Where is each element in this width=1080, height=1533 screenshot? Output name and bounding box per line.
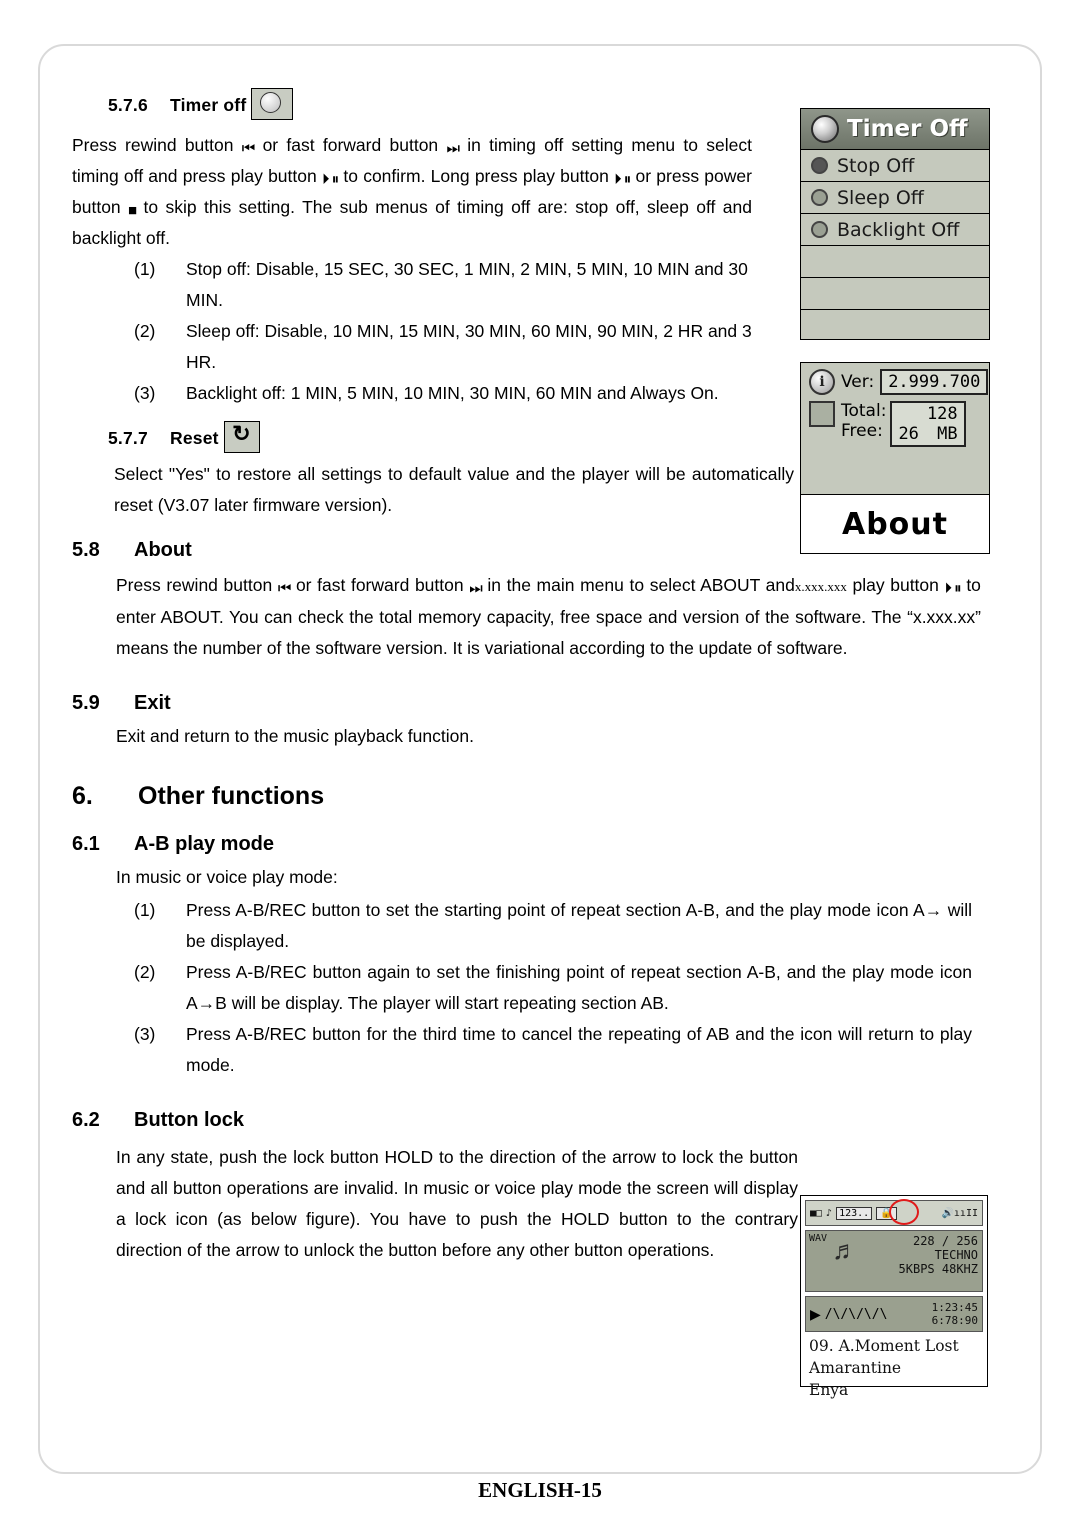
play-pause-icon: ⏵ ⏸ [614, 171, 631, 188]
text-fragment: or fast forward button [295, 575, 464, 595]
list-item: (3) Press A-B/REC button for the third t… [134, 1019, 972, 1081]
play-icon: ▶ [810, 1305, 821, 1322]
list-marker: (2) [134, 962, 156, 982]
heading-exit: 5.9 Exit [72, 692, 1002, 715]
text-fragment: or fast forward button [262, 135, 439, 155]
list-marker: (3) [134, 1024, 156, 1044]
rewind-icon: ⏮ [241, 140, 255, 157]
list-timer-off: (1) Stop off: Disable, 15 SEC, 30 SEC, 1… [134, 254, 754, 409]
document-body: 5.7.6 Timer off Press rewind button ⏮ or … [72, 88, 1002, 1266]
paragraph-exit: Exit and return to the music playback fu… [116, 726, 474, 746]
list-item: (1) Stop off: Disable, 15 SEC, 30 SEC, 1… [134, 254, 754, 316]
list-ab-play-mode: (1) Press A-B/REC button to set the star… [134, 895, 972, 1081]
paragraph-timer-off: Press rewind button ⏮ or fast forward bu… [72, 130, 752, 254]
list-item: (3) Backlight off: 1 MIN, 5 MIN, 10 MIN,… [134, 378, 754, 409]
text-fragment: in the main menu to select ABOUT and [487, 575, 795, 595]
list-marker: (1) [134, 259, 156, 279]
paragraph-ab-intro: In music or voice play mode: [116, 867, 338, 887]
text-fragment: to skip this setting. The sub menus of t… [72, 197, 752, 248]
lock-progress-bar: ▶ /\/\/\/\ 1:23:45 6:78:90 [805, 1296, 983, 1332]
paragraph-reset: Select "Yes" to restore all settings to … [114, 464, 794, 515]
heading-other-functions: 6. Other functions [72, 782, 1002, 811]
heading-title: A-B play mode [134, 833, 275, 855]
version-placeholder: x.xxx.xxx [794, 579, 847, 594]
heading-timer-off: 5.7.6 Timer off [108, 88, 1002, 120]
text-fragment: play button [852, 575, 939, 595]
list-text: Press A-B/REC button to set the starting… [186, 900, 972, 951]
elapsed-time: 1:23:45 [931, 1301, 978, 1314]
heading-title: Timer off [170, 95, 247, 115]
heading-reset: 5.7.7 Reset [108, 421, 1002, 453]
list-item: (2) Press A-B/REC button again to set th… [134, 957, 972, 1019]
text-fragment: Press rewind button [116, 575, 273, 595]
heading-title: Exit [134, 692, 171, 714]
heading-number: 6. [72, 782, 93, 810]
heading-ab-play-mode: 6.1 A-B play mode [72, 833, 1002, 856]
paragraph-about: Press rewind button ⏮ or fast forward bu… [116, 570, 981, 664]
list-text: Press A-B/REC button for the third time … [186, 1024, 972, 1075]
lock-album: Amarantine [809, 1359, 902, 1377]
text-fragment: Press rewind button [72, 135, 234, 155]
list-text: Stop off: Disable, 15 SEC, 30 SEC, 1 MIN… [186, 259, 748, 310]
list-text: Press A-B/REC button again to set the fi… [186, 962, 972, 1013]
text-fragment: to confirm. Long press play button [343, 166, 609, 186]
play-pause-icon: ⏵ ⏸ [321, 171, 339, 188]
list-marker: (2) [134, 321, 156, 341]
list-text: Sleep off: Disable, 10 MIN, 15 MIN, 30 M… [186, 321, 752, 372]
waveform-icon: /\/\/\/\ [824, 1306, 888, 1322]
heading-number: 5.7.7 [108, 428, 148, 448]
fast-forward-icon: ⏭ [469, 580, 482, 597]
list-marker: (3) [134, 383, 156, 403]
heading-button-lock: 6.2 Button lock [72, 1109, 1002, 1132]
heading-title: About [134, 539, 192, 561]
total-time: 6:78:90 [931, 1314, 978, 1327]
heading-title: Other functions [138, 782, 325, 810]
fast-forward-icon: ⏭ [446, 140, 459, 157]
list-item: (1) Press A-B/REC button to set the star… [134, 895, 972, 957]
lock-track-title: 09. A.Moment Lost [809, 1337, 959, 1355]
play-pause-icon: ⏵ ⏸ [944, 580, 962, 597]
rewind-icon: ⏮ [277, 580, 291, 597]
list-item: (2) Sleep off: Disable, 10 MIN, 15 MIN, … [134, 316, 754, 378]
heading-number: 6.2 [72, 1109, 100, 1131]
list-marker: (1) [134, 900, 156, 920]
paragraph-button-lock: In any state, push the lock button HOLD … [116, 1147, 798, 1260]
heading-number: 5.9 [72, 692, 100, 714]
lock-artist: Enya [809, 1381, 849, 1399]
heading-number: 5.7.6 [108, 95, 148, 115]
power-stop-icon: ■ [128, 202, 137, 219]
list-text: Backlight off: 1 MIN, 5 MIN, 10 MIN, 30 … [186, 383, 719, 403]
heading-number: 5.8 [72, 539, 100, 561]
clock-icon [251, 88, 294, 120]
heading-number: 6.1 [72, 833, 100, 855]
heading-about: 5.8 About [72, 539, 1002, 562]
page-footer: ENGLISH-15 [478, 1478, 602, 1502]
heading-title: Button lock [134, 1109, 244, 1131]
reset-arrow-icon [223, 421, 260, 453]
heading-title: Reset [170, 428, 219, 448]
